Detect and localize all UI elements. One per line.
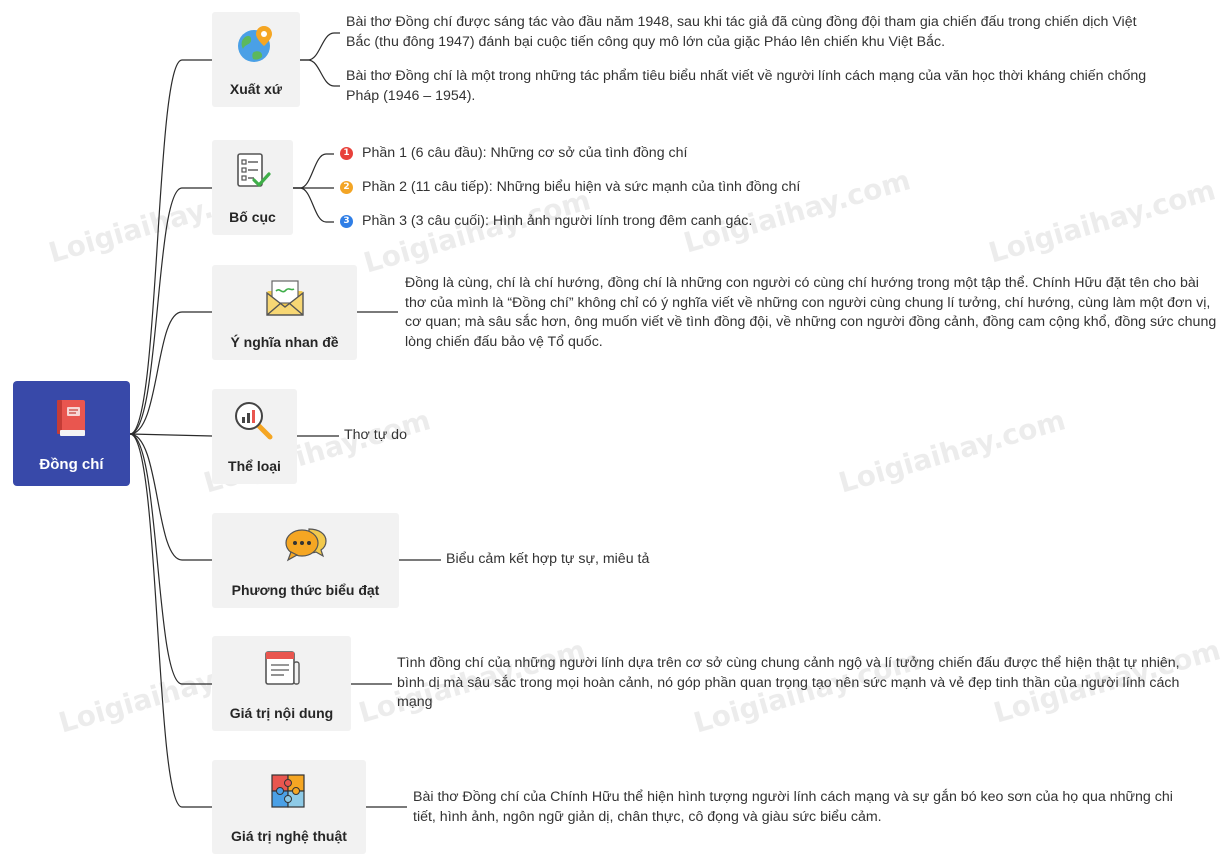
y-nghia-text: Đồng là cùng, chí là chí hướng, đồng chí… [405, 275, 1217, 350]
checklist-icon [237, 153, 271, 187]
bo-cuc-item-3: 3 Phần 3 (3 câu cuối): Hình ảnh người lí… [340, 212, 752, 231]
bo-cuc-item-1: 1 Phần 1 (6 câu đầu): Những cơ sở của tì… [340, 144, 687, 163]
bo-cuc-item-text: Phần 2 (11 câu tiếp): Những biểu hiện và… [362, 179, 801, 195]
number-badge-3-icon: 3 [340, 215, 353, 228]
branch-gia-tri-nghe-thuat[interactable]: Giá trị nghệ thuật [212, 760, 366, 854]
branch-label: Bố cục [229, 209, 276, 225]
gia-tri-nghe-thuat-text: Bài thơ Đồng chí của Chính Hữu thể hiện … [413, 789, 1173, 825]
globe-pin-icon [238, 26, 272, 62]
bo-cuc-item-text: Phần 3 (3 câu cuối): Hình ảnh người lính… [362, 213, 753, 229]
branch-label: Ý nghĩa nhan đề [230, 334, 339, 350]
newspaper-icon [265, 651, 300, 685]
puzzle-icon [271, 774, 305, 808]
branch-bo-cuc[interactable]: Bố cục [212, 140, 293, 235]
envelope-icon [266, 280, 304, 316]
branch-y-nghia-nhan-de[interactable]: Ý nghĩa nhan đề [212, 265, 357, 360]
branch-label: Xuất xứ [229, 81, 283, 97]
xuat-xu-text-1: Bài thơ Đồng chí được sáng tác vào đầu n… [346, 14, 1137, 50]
root-node[interactable]: Đồng chí [13, 381, 130, 486]
branch-phuong-thuc-bieu-dat[interactable]: Phương thức biểu đạt [212, 513, 399, 608]
root-label: Đồng chí [39, 456, 104, 473]
bo-cuc-item-2: 2 Phần 2 (11 câu tiếp): Những biểu hiện … [340, 178, 800, 197]
branch-gia-tri-noi-dung[interactable]: Giá trị nội dung [212, 636, 351, 731]
connector-lines [129, 32, 441, 808]
bo-cuc-item-text: Phần 1 (6 câu đầu): Những cơ sở của tình… [362, 145, 688, 161]
chat-bubbles-icon [285, 528, 327, 562]
xuat-xu-text-2: Bài thơ Đồng chí là một trong những tác … [346, 68, 1147, 104]
branch-label: Giá trị nghệ thuật [231, 828, 347, 844]
branch-label: Giá trị nội dung [229, 705, 334, 721]
number-badge-1-icon: 1 [340, 147, 353, 160]
branch-label: Phương thức biểu đạt [231, 582, 380, 598]
gia-tri-noi-dung-text: Tình đồng chí của những người lính dựa t… [397, 655, 1180, 711]
book-icon [57, 400, 85, 436]
the-loai-text: Thơ tự do [344, 427, 407, 443]
branch-the-loai[interactable]: Thể loại [212, 389, 297, 484]
branch-xuat-xu[interactable]: Xuất xứ [212, 12, 300, 107]
branch-label: Thể loại [228, 458, 281, 474]
number-badge-2-icon: 2 [340, 181, 353, 194]
phuong-thuc-text: Biểu cảm kết hợp tự sự, miêu tả [446, 551, 650, 567]
magnifier-chart-icon [235, 402, 273, 440]
